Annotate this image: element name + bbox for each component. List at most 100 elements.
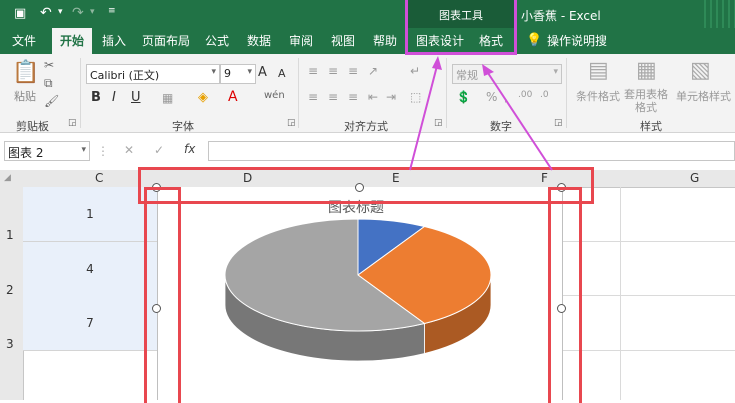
title-bar: ▣ ↶ ▾ ↷ ▾ ≡ 小香蕉 - Excel bbox=[0, 0, 735, 54]
undo-icon[interactable]: ↶ bbox=[40, 5, 52, 21]
separator bbox=[446, 58, 447, 128]
conditional-format-button[interactable]: 条件格式 bbox=[576, 88, 620, 104]
paste-button[interactable]: 粘贴 bbox=[14, 88, 36, 104]
percent-icon[interactable]: % bbox=[486, 90, 497, 104]
insert-function-button[interactable]: fx bbox=[184, 142, 195, 156]
clipboard-launcher-icon[interactable]: ◲ bbox=[68, 118, 77, 128]
alignment-launcher-icon[interactable]: ◲ bbox=[434, 118, 443, 128]
font-color-icon[interactable]: A bbox=[228, 89, 238, 105]
decrease-decimal-icon[interactable]: .0 bbox=[540, 90, 549, 100]
decrease-indent-icon[interactable]: ⇤ bbox=[368, 90, 378, 104]
cell-c3[interactable]: 7 bbox=[23, 296, 157, 351]
tab-insert[interactable]: 插入 bbox=[98, 28, 130, 54]
font-launcher-icon[interactable]: ◲ bbox=[287, 118, 296, 128]
increase-indent-icon[interactable]: ⇥ bbox=[386, 90, 396, 104]
cell-c1[interactable]: 1 bbox=[23, 187, 157, 242]
name-box[interactable]: 图表 2 ▾ bbox=[4, 141, 90, 161]
lightbulb-icon: 💡 bbox=[526, 33, 543, 48]
table-format-icon[interactable]: ▦ bbox=[636, 58, 657, 83]
chevron-down-icon: ▾ bbox=[247, 67, 252, 77]
cell-style-icon[interactable]: ▧ bbox=[690, 58, 711, 83]
chevron-down-icon: ▾ bbox=[211, 67, 216, 77]
chevron-down-icon: ▾ bbox=[81, 145, 86, 155]
cell-c2[interactable]: 4 bbox=[23, 242, 157, 297]
tab-home[interactable]: 开始 bbox=[52, 28, 92, 54]
comma-icon[interactable]: , bbox=[504, 90, 508, 104]
currency-icon[interactable]: 💲 bbox=[456, 90, 471, 104]
wrap-text-icon[interactable]: ↵ bbox=[410, 64, 420, 78]
formula-bar: 图表 2 ▾ ⋮ ✕ ✓ fx bbox=[0, 138, 735, 164]
merge-center-icon[interactable]: ⬚ bbox=[410, 90, 421, 104]
styles-group-label: 样式 bbox=[640, 120, 662, 133]
phonetic-icon[interactable]: wén bbox=[264, 90, 285, 101]
tab-data[interactable]: 数据 bbox=[244, 28, 274, 54]
align-right-icon[interactable]: ≡ bbox=[348, 90, 358, 104]
format-painter-icon[interactable]: 🖌 bbox=[44, 94, 59, 108]
chevron-down-icon: ▾ bbox=[553, 67, 558, 77]
cell-style-button[interactable]: 单元格样式 bbox=[676, 88, 731, 104]
annotation-box-chart-tools bbox=[405, 0, 517, 55]
table-format-button[interactable]: 套用表格格式 bbox=[622, 88, 670, 114]
orientation-icon[interactable]: ↗ bbox=[368, 64, 378, 78]
conditional-format-icon[interactable]: ▤ bbox=[588, 58, 609, 83]
font-grow-button[interactable]: A bbox=[258, 65, 267, 80]
redo-dropdown-icon[interactable]: ▾ bbox=[90, 7, 95, 17]
tab-help[interactable]: 帮助 bbox=[370, 28, 400, 54]
number-format-value: 常规 bbox=[456, 69, 478, 82]
borders-icon[interactable]: ▦ bbox=[162, 91, 173, 105]
tab-view[interactable]: 视图 bbox=[328, 28, 358, 54]
number-format-dropdown[interactable]: 常规 ▾ bbox=[452, 64, 562, 84]
tab-review[interactable]: 审阅 bbox=[286, 28, 316, 54]
undo-dropdown-icon[interactable]: ▾ bbox=[58, 7, 63, 17]
gridline bbox=[620, 187, 621, 400]
row-headers: 1 2 3 bbox=[0, 187, 24, 400]
bold-button[interactable]: B bbox=[91, 90, 101, 105]
font-size-dropdown[interactable]: 9 ▾ bbox=[220, 64, 256, 84]
align-top-icon[interactable]: ≡ bbox=[308, 64, 318, 78]
row-header-3[interactable]: 3 bbox=[6, 337, 14, 351]
alignment-group-label: 对齐方式 bbox=[344, 120, 388, 133]
font-group-label: 字体 bbox=[172, 120, 194, 133]
number-launcher-icon[interactable]: ◲ bbox=[554, 118, 563, 128]
tab-formulas[interactable]: 公式 bbox=[202, 28, 232, 54]
pie-chart[interactable] bbox=[158, 187, 562, 400]
cut-icon[interactable]: ✂ bbox=[44, 58, 54, 72]
separator bbox=[298, 58, 299, 128]
increase-decimal-icon[interactable]: .00 bbox=[518, 90, 532, 100]
paste-icon[interactable]: 📋 bbox=[12, 60, 39, 85]
align-bottom-icon[interactable]: ≡ bbox=[348, 64, 358, 78]
ribbon-tabs: 文件 开始 插入 页面布局 公式 数据 审阅 视图 帮助 图表设计 格式 💡 操… bbox=[0, 28, 735, 74]
fill-color-icon[interactable]: ◈ bbox=[198, 90, 208, 105]
clipboard-group-label: 剪贴板 bbox=[16, 120, 49, 133]
window-title: 小香蕉 - Excel bbox=[521, 9, 601, 23]
align-middle-icon[interactable]: ≡ bbox=[328, 64, 338, 78]
italic-button[interactable]: I bbox=[112, 90, 116, 105]
font-name-dropdown[interactable]: Calibri (正文) ▾ bbox=[86, 64, 220, 84]
ribbon: 📋 粘贴 ✂ ⧉ 🖌 剪贴板 ◲ Calibri (正文) ▾ 9 ▾ A A … bbox=[0, 54, 735, 133]
separator bbox=[566, 58, 567, 128]
number-group-label: 数字 bbox=[490, 120, 512, 133]
underline-button[interactable]: U bbox=[131, 90, 141, 105]
font-shrink-button[interactable]: A bbox=[278, 67, 286, 80]
redo-icon[interactable]: ↷ bbox=[72, 5, 84, 21]
tell-me-search[interactable]: 操作说明搜索 bbox=[544, 28, 610, 74]
row-header-1[interactable]: 1 bbox=[6, 228, 14, 242]
customize-qat-icon[interactable]: ≡ bbox=[108, 6, 116, 16]
column-header-g[interactable]: G bbox=[690, 171, 699, 185]
save-icon[interactable]: ▣ bbox=[14, 6, 26, 21]
annotation-box-column-headers bbox=[138, 167, 594, 204]
row-header-2[interactable]: 2 bbox=[6, 283, 14, 297]
column-header-c[interactable]: C bbox=[95, 171, 103, 185]
align-center-icon[interactable]: ≡ bbox=[328, 90, 338, 104]
tab-file[interactable]: 文件 bbox=[6, 28, 42, 54]
select-all-icon[interactable]: ◢ bbox=[4, 173, 11, 183]
chart-area[interactable]: 图表标题 bbox=[157, 187, 563, 400]
more-icon: ⋮ bbox=[97, 144, 109, 158]
cancel-button[interactable]: ✕ bbox=[124, 143, 134, 157]
align-left-icon[interactable]: ≡ bbox=[308, 90, 318, 104]
tab-page-layout[interactable]: 页面布局 bbox=[140, 28, 192, 54]
formula-input[interactable] bbox=[208, 141, 735, 161]
enter-button[interactable]: ✓ bbox=[154, 143, 164, 157]
copy-icon[interactable]: ⧉ bbox=[44, 76, 53, 91]
annotation-box-chart-right bbox=[548, 187, 582, 403]
